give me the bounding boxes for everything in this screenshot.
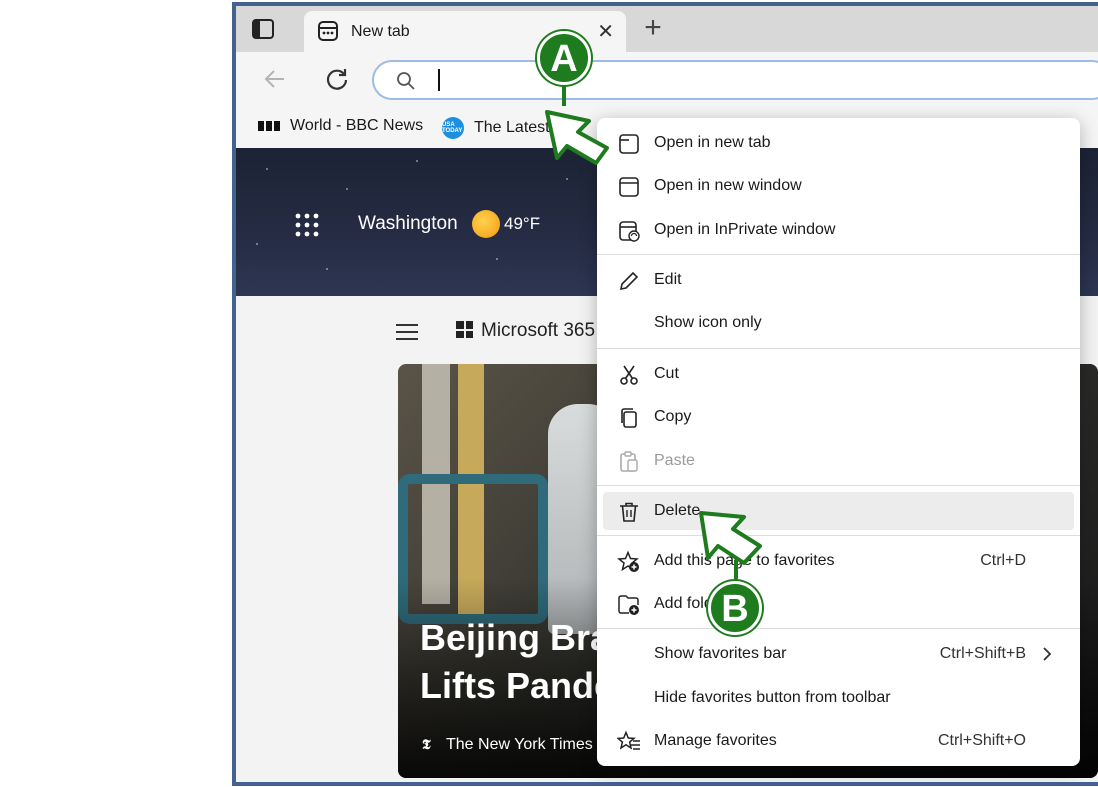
menu-item-edit[interactable]: Edit xyxy=(603,261,1074,299)
hamburger-menu-icon[interactable] xyxy=(396,324,418,340)
callout-badge-b: B xyxy=(708,581,762,635)
bbc-logo-icon xyxy=(258,121,280,131)
text-caret xyxy=(438,69,440,91)
menu-item-show-favorites-bar[interactable]: Show favorites bar Ctrl+Shift+B xyxy=(603,635,1074,673)
menu-item-manage-favorites[interactable]: Manage favorites Ctrl+Shift+O xyxy=(603,722,1074,760)
menu-separator xyxy=(597,254,1080,255)
new-tab-page-icon xyxy=(318,21,338,41)
weather-temperature[interactable]: 49°F xyxy=(504,214,540,234)
refresh-icon[interactable] xyxy=(324,66,350,92)
app-launcher-icon[interactable] xyxy=(294,212,320,238)
chevron-right-icon xyxy=(1043,647,1052,661)
folder-add-icon xyxy=(618,595,639,615)
search-icon xyxy=(397,72,415,90)
microsoft-365-link[interactable]: Microsoft 365 xyxy=(481,320,595,342)
menu-item-cut[interactable]: Cut xyxy=(603,355,1074,393)
pencil-icon xyxy=(619,271,639,291)
menu-separator xyxy=(597,535,1080,536)
star-add-icon xyxy=(617,550,639,572)
sun-icon xyxy=(472,210,500,238)
menu-separator xyxy=(597,628,1080,629)
window-icon xyxy=(619,177,639,197)
copy-icon xyxy=(621,408,637,428)
trash-icon xyxy=(620,502,638,522)
menu-item-delete[interactable]: Delete xyxy=(603,492,1074,530)
menu-item-open-new-tab[interactable]: Open in new tab xyxy=(603,124,1074,162)
menu-item-add-folder[interactable]: Add folder xyxy=(603,585,1074,623)
scissors-icon xyxy=(620,365,638,385)
favorite-label: World - BBC News xyxy=(290,117,424,134)
tab-close-icon[interactable]: ✕ xyxy=(597,19,614,44)
tab-title: New tab xyxy=(351,23,410,40)
tab-actions-icon[interactable] xyxy=(250,16,276,42)
back-arrow-icon[interactable] xyxy=(262,66,288,92)
address-bar[interactable] xyxy=(372,60,1098,100)
tab-strip: New tab ✕ + xyxy=(236,6,1098,52)
microsoft-logo-icon xyxy=(456,321,473,338)
news-source: 𝕿 The New York Times xyxy=(422,736,593,753)
new-tab-button[interactable]: + xyxy=(638,13,668,44)
menu-item-copy[interactable]: Copy xyxy=(603,398,1074,436)
star-list-icon xyxy=(617,730,640,750)
toolbar xyxy=(236,52,1098,110)
menu-item-open-new-window[interactable]: Open in new window xyxy=(603,167,1074,205)
nyt-logo-icon: 𝕿 xyxy=(422,737,431,753)
menu-item-paste: Paste xyxy=(603,442,1074,480)
menu-separator xyxy=(597,348,1080,349)
favorites-context-menu: Open in new tab Open in new window Open … xyxy=(597,118,1080,766)
menu-item-add-to-favorites[interactable]: Add this page to favorites Ctrl+D xyxy=(603,542,1074,580)
menu-item-hide-favorites-button[interactable]: Hide favorites button from toolbar xyxy=(603,679,1074,717)
paste-icon xyxy=(620,451,638,472)
menu-separator xyxy=(597,485,1080,486)
inprivate-icon xyxy=(619,221,640,242)
tab-icon xyxy=(619,134,639,154)
weather-city[interactable]: Washington xyxy=(358,213,458,235)
menu-item-show-icon-only[interactable]: Show icon only xyxy=(603,304,1074,342)
menu-item-open-inprivate[interactable]: Open in InPrivate window xyxy=(603,211,1074,249)
favorite-bbc-news[interactable]: World - BBC News xyxy=(258,117,423,135)
callout-badge-a: A xyxy=(537,31,591,85)
usa-today-logo-icon: USA TODAY xyxy=(442,117,464,139)
